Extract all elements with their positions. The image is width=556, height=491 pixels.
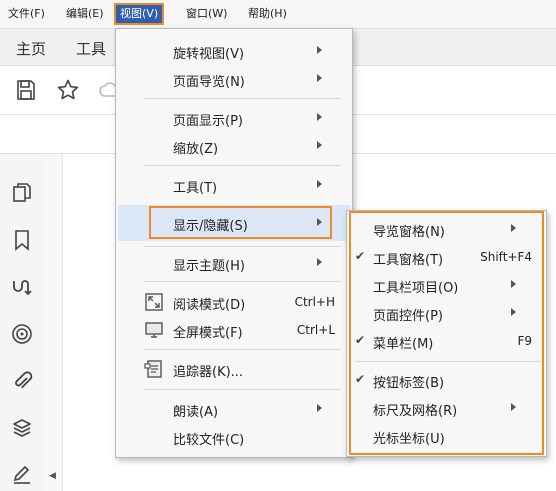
left-sidebar <box>0 154 45 491</box>
menu-edit[interactable]: 编辑(E) <box>62 5 108 23</box>
menu-item-compare[interactable]: 比较文件(C) <box>116 426 352 448</box>
bookmark-icon[interactable] <box>11 229 33 251</box>
reading-mode-icon <box>145 293 163 311</box>
menu-separator <box>144 98 341 99</box>
menu-separator <box>144 165 341 166</box>
menu-item-page-display[interactable]: 页面显示(P) <box>116 107 352 129</box>
submenu-arrow-icon <box>317 46 322 54</box>
submenu-highlight-outline <box>349 211 544 455</box>
submenu-arrow-icon <box>317 404 322 412</box>
menu-item-full-screen[interactable]: 全屏模式(F) Ctrl+L <box>116 319 352 341</box>
submenu-arrow-icon <box>317 113 322 121</box>
layers-icon[interactable] <box>11 417 33 439</box>
tracker-icon <box>144 360 162 378</box>
collapse-arrow-icon[interactable]: ◀ <box>49 471 56 481</box>
view-menu-dropdown: 旋转视图(V) 页面导览(N) 页面显示(P) 缩放(Z) 工具(T) 显示/隐… <box>115 28 353 458</box>
signature-flow-icon[interactable] <box>11 276 33 298</box>
tab-tools[interactable]: 工具 <box>76 38 106 59</box>
menu-item-show-hide[interactable]: 显示/隐藏(S) <box>116 212 352 234</box>
menu-separator <box>144 389 341 390</box>
menu-help[interactable]: 帮助(H) <box>244 5 291 23</box>
submenu-arrow-icon <box>317 258 322 266</box>
submenu-arrow-icon <box>317 74 322 82</box>
target-icon[interactable] <box>11 323 33 345</box>
menu-item-tools[interactable]: 工具(T) <box>116 174 352 196</box>
menu-item-theme[interactable]: 显示主题(H) <box>116 252 352 274</box>
menu-bar: 文件(F) 编辑(E) 视图(V) 窗口(W) 帮助(H) <box>0 0 556 29</box>
tab-home[interactable]: 主页 <box>16 38 46 59</box>
menu-window[interactable]: 窗口(W) <box>182 5 231 23</box>
pages-icon[interactable] <box>11 182 33 204</box>
menu-item-rotate-view[interactable]: 旋转视图(V) <box>116 40 352 62</box>
menu-separator <box>144 246 341 247</box>
pen-sign-icon[interactable] <box>11 462 33 484</box>
menu-item-page-nav[interactable]: 页面导览(N) <box>116 68 352 90</box>
sidebar-collapse-bar[interactable]: ◀ <box>44 154 63 491</box>
full-screen-icon <box>145 322 163 338</box>
menu-item-reading-mode[interactable]: 阅读模式(D) Ctrl+H <box>116 291 352 313</box>
submenu-arrow-icon <box>317 180 322 188</box>
menu-item-read-aloud[interactable]: 朗读(A) <box>116 398 352 420</box>
paperclip-icon[interactable] <box>11 370 33 392</box>
submenu-arrow-icon <box>317 141 322 149</box>
menu-item-tracker[interactable]: 追踪器(K)... <box>116 358 352 380</box>
menu-file[interactable]: 文件(F) <box>4 5 49 23</box>
star-icon[interactable] <box>56 78 80 102</box>
save-icon[interactable] <box>14 78 38 102</box>
menu-view[interactable]: 视图(V) <box>113 3 165 25</box>
menu-item-zoom[interactable]: 缩放(Z) <box>116 135 352 157</box>
menu-separator <box>144 281 341 282</box>
menu-separator <box>144 349 341 350</box>
submenu-arrow-icon <box>317 218 322 226</box>
